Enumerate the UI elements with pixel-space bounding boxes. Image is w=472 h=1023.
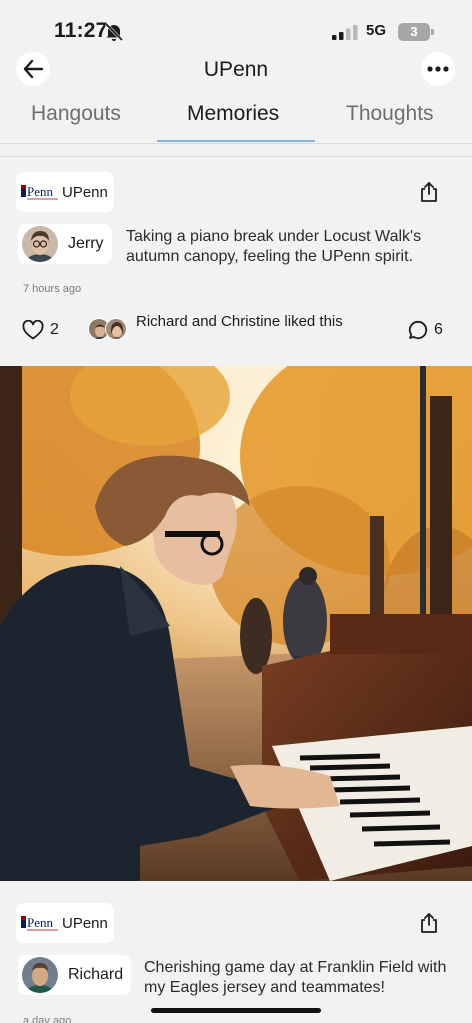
home-indicator[interactable] [151,1008,321,1013]
author-name: Jerry [68,235,104,252]
penn-logo-icon: Penn [21,915,58,931]
community-name: UPenn [62,914,108,932]
post-photo[interactable] [0,366,472,881]
tab-bar: Hangouts Memories Thoughts [0,92,472,144]
avatar [105,318,127,340]
penn-logo-icon: Penn [21,184,58,200]
like-count: 2 [50,321,59,338]
status-bar: 11:27 5G 3 [0,0,472,50]
community-chip[interactable]: Penn UPenn [16,172,114,212]
active-tab-indicator [157,140,315,142]
bell-muted-icon [104,22,124,42]
post-timestamp: a day ago [23,1015,72,1023]
post-caption: Taking a piano break under Locust Walk's… [126,228,422,265]
author-chip[interactable]: Jerry [18,224,112,264]
author-chip[interactable]: Richard [18,955,132,995]
svg-text:Penn: Penn [27,184,54,199]
avatar [22,226,58,262]
battery-level: 3 [398,23,430,41]
heart-icon[interactable] [22,320,44,340]
tab-hangouts[interactable]: Hangouts [31,102,121,126]
comment-count: 6 [434,321,443,338]
community-chip[interactable]: Penn UPenn [16,903,114,943]
comment-icon[interactable] [408,320,428,340]
tab-memories[interactable]: Memories [187,102,279,126]
page-title: UPenn [203,58,269,81]
author-name: Richard [68,966,124,983]
network-type: 5G [366,22,387,39]
cellular-signal-icon [332,25,358,40]
liked-by-text[interactable]: Richard and Christine liked this [136,312,356,331]
tab-thoughts[interactable]: Thoughts [346,102,434,126]
status-time: 11:27 [54,19,108,42]
nav-header: UPenn [0,50,472,92]
more-options-button[interactable] [421,52,455,86]
memory-post: Penn UPenn Richard Cherishing game day a… [0,882,472,1023]
community-name: UPenn [62,183,108,201]
avatar [22,957,58,993]
post-timestamp: 7 hours ago [23,283,82,295]
ellipsis-icon [427,66,449,72]
share-icon[interactable] [418,912,440,934]
post-actions: 2 Richard and Christine liked this 6 [0,312,472,352]
post-caption: Cherishing game day at Franklin Field wi… [144,959,447,996]
battery-icon: 3 [398,23,434,41]
svg-text:Penn: Penn [27,915,54,930]
liker-avatars[interactable] [88,318,128,342]
share-icon[interactable] [418,181,440,203]
